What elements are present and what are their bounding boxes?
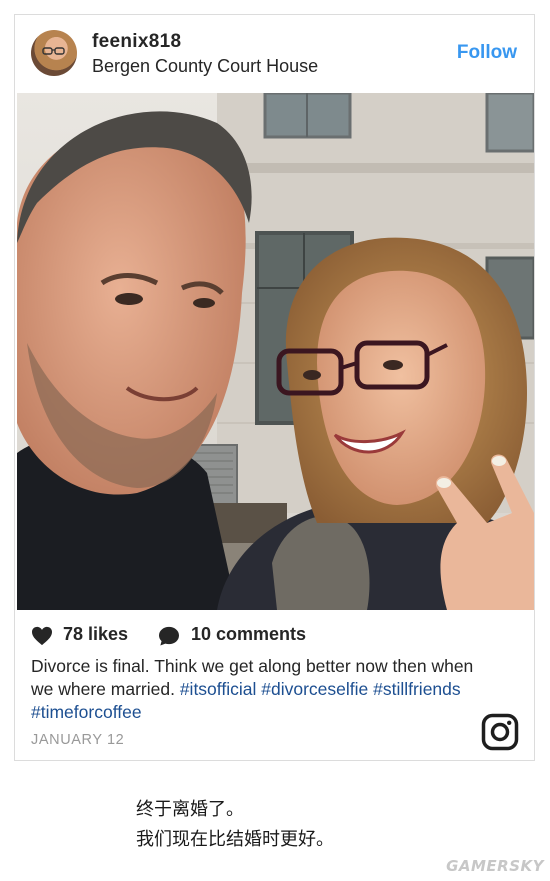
- caption: Divorce is final. Think we get along bet…: [31, 655, 481, 724]
- hashtag[interactable]: #timeforcoffee: [31, 702, 142, 722]
- avatar[interactable]: [31, 30, 77, 76]
- heart-icon[interactable]: [31, 626, 53, 646]
- post-photo[interactable]: [17, 93, 534, 610]
- hashtag[interactable]: #divorceselfie: [261, 679, 368, 699]
- subtitle-line-2: 我们现在比结婚时更好。: [136, 829, 334, 850]
- username[interactable]: feenix818: [92, 31, 181, 53]
- location[interactable]: Bergen County Court House: [92, 56, 318, 77]
- comments-count[interactable]: 10 comments: [191, 624, 306, 645]
- post-card: feenix818 Bergen County Court House Foll…: [14, 14, 535, 761]
- post-date: JANUARY 12: [31, 732, 125, 748]
- post-actions: 78 likes 10 comments: [31, 623, 521, 649]
- hashtag[interactable]: #stillfriends: [373, 679, 461, 699]
- likes-count[interactable]: 78 likes: [63, 624, 128, 645]
- subtitle-line-1: 终于离婚了。: [136, 799, 244, 820]
- instagram-icon[interactable]: [481, 713, 519, 751]
- post-header: feenix818 Bergen County Court House Foll…: [15, 15, 534, 93]
- watermark: GAMERSKY: [446, 857, 544, 875]
- follow-button[interactable]: Follow: [457, 42, 517, 64]
- hashtag[interactable]: #itsofficial: [180, 679, 257, 699]
- comment-icon[interactable]: [158, 626, 180, 646]
